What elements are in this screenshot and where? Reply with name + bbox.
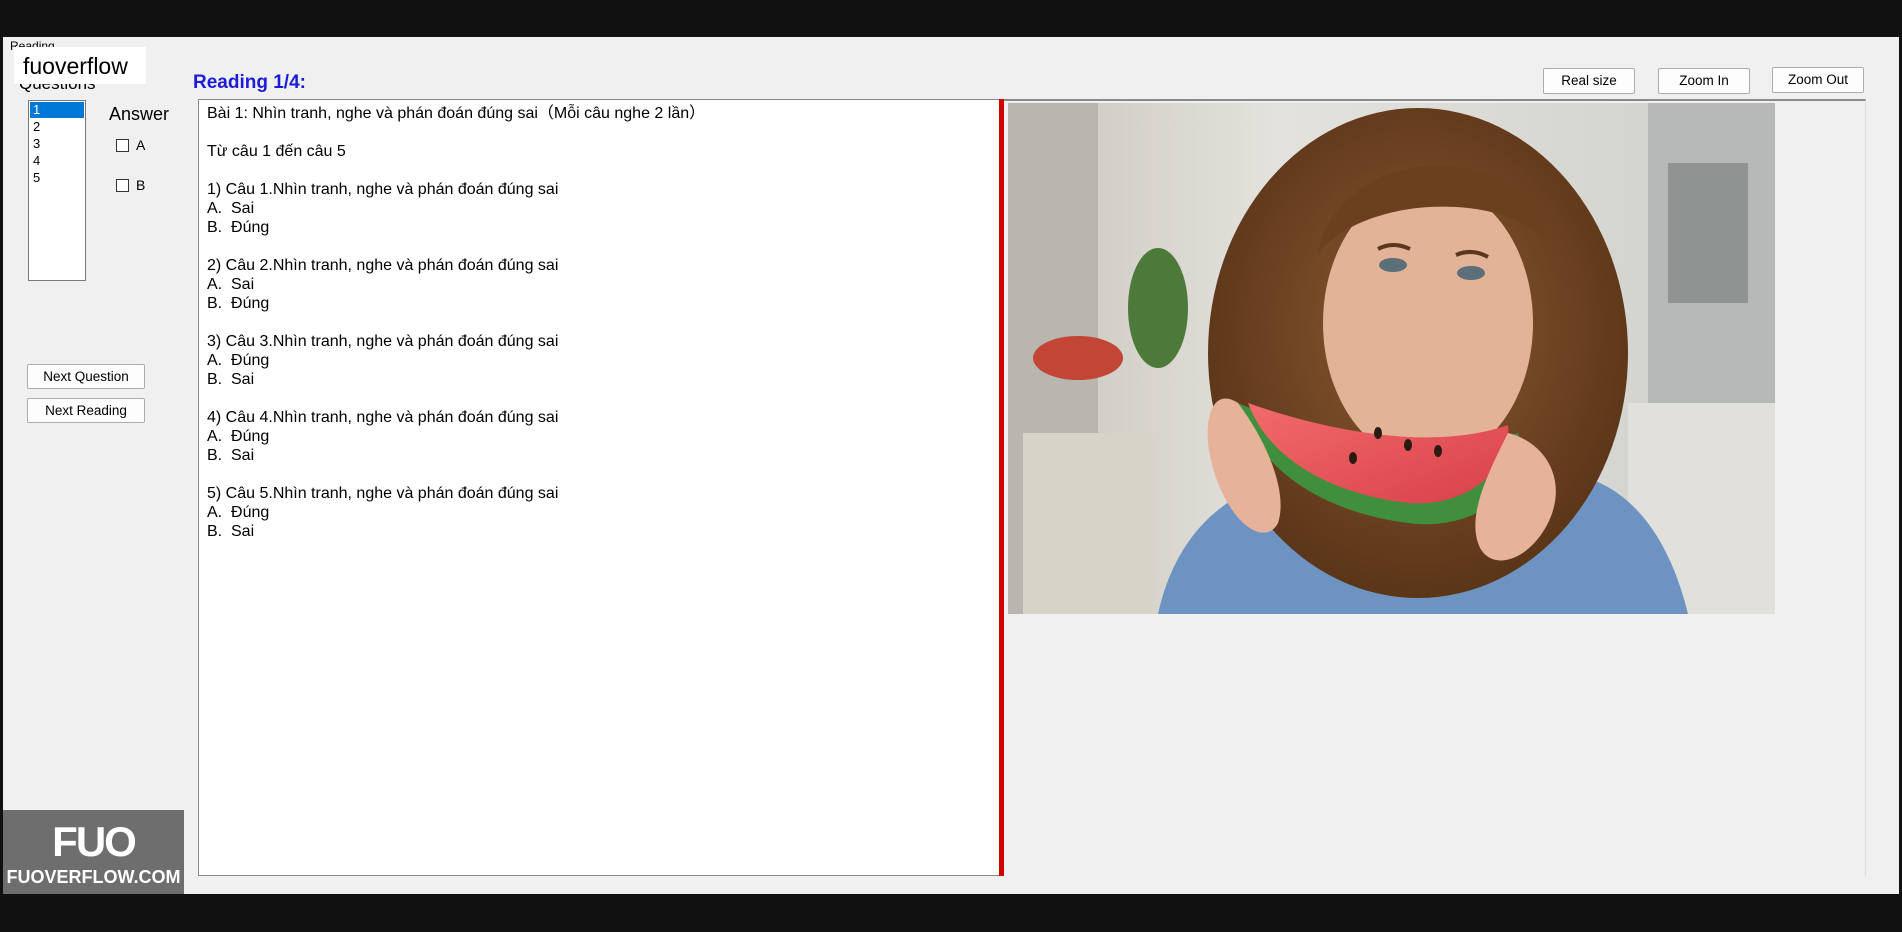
answer-option-b-label: B [136,177,146,193]
next-question-button[interactable]: Next Question [27,364,145,389]
question-item[interactable]: 2 [30,119,84,135]
question-item[interactable]: 5 [30,170,84,186]
real-size-button[interactable]: Real size [1543,68,1635,94]
reading-title: Reading 1/4: [193,72,306,93]
question-item[interactable]: 4 [30,153,84,169]
image-panel[interactable] [1004,99,1866,876]
answer-option-a-label: A [136,137,146,153]
zoom-in-button[interactable]: Zoom In [1658,68,1750,94]
reading-text: Bài 1: Nhìn tranh, nghe và phán đoán đún… [207,105,706,540]
reading-image [1008,103,1775,614]
question-list[interactable]: 1 2 3 4 5 [28,100,86,281]
fuoverflow-logo: FUO FUOVERFLOW.COM [3,810,184,894]
answer-option-b[interactable]: B [116,177,145,193]
checkbox-a[interactable] [116,138,129,152]
watermark-box: fuoverflow [14,47,146,84]
logo-text: FUOVERFLOW.COM [6,867,181,887]
question-item[interactable]: 3 [30,136,84,152]
next-reading-button[interactable]: Next Reading [27,398,145,423]
question-item[interactable]: 1 [30,102,84,118]
answer-label: Answer [109,104,170,124]
answer-option-a[interactable]: A [116,137,145,153]
watermark-text: fuoverflow [23,53,128,79]
app-window: Reading Questions fuoverflow 1 2 3 4 5 A… [3,37,1899,894]
logo-mark: FUO [52,818,137,865]
woman-watermelon-photo [1008,103,1775,614]
checkbox-b[interactable] [116,178,129,192]
zoom-out-button[interactable]: Zoom Out [1772,67,1864,93]
reading-text-panel[interactable]: Bài 1: Nhìn tranh, nghe và phán đoán đún… [198,99,1002,876]
